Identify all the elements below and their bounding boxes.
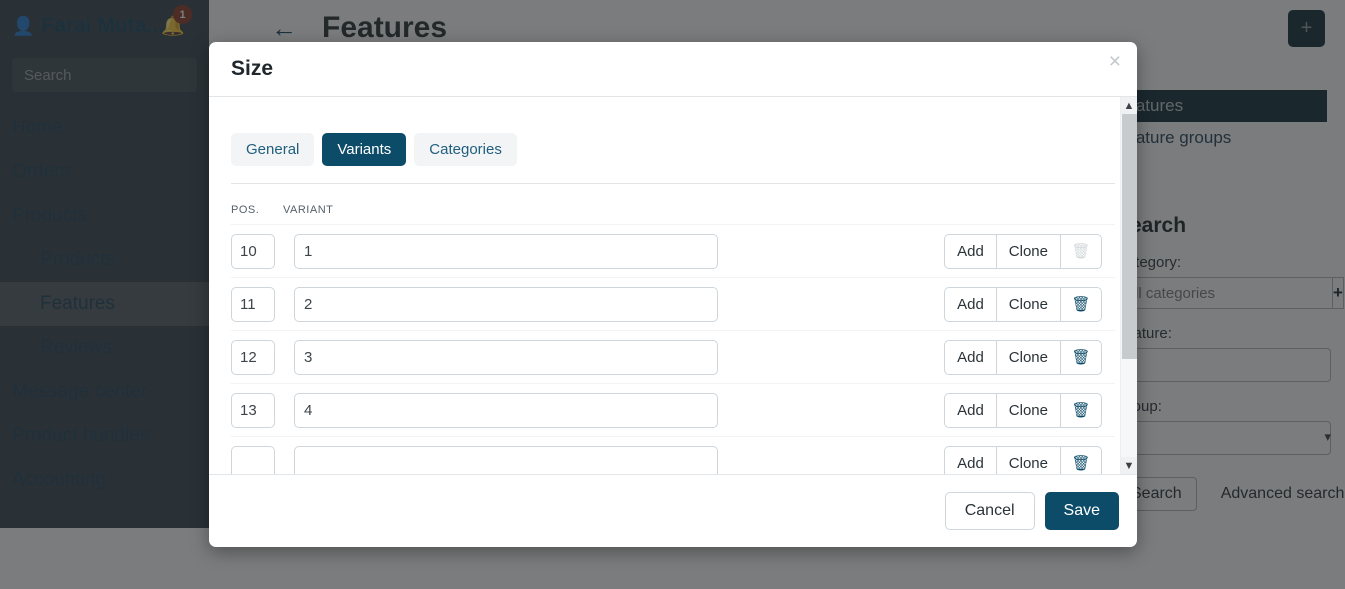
- variant-input[interactable]: [294, 233, 718, 269]
- position-input[interactable]: [231, 445, 275, 474]
- row-actions: Add Clone 🗑: [944, 392, 1102, 428]
- table-row: Add Clone 🗑: [231, 383, 1115, 436]
- modal-footer: Cancel Save: [209, 474, 1137, 547]
- trash-icon[interactable]: 🗑: [1060, 286, 1102, 322]
- cancel-button[interactable]: Cancel: [944, 492, 1035, 530]
- table-row: Add Clone 🗑: [231, 436, 1115, 474]
- row-actions: Add Clone 🗑: [944, 233, 1102, 269]
- modal-body-inner: General Variants Categories POS. VARIANT…: [209, 97, 1137, 474]
- clone-button[interactable]: Clone: [995, 339, 1060, 375]
- modal-title: Size: [231, 57, 274, 80]
- add-button[interactable]: Add: [944, 445, 996, 474]
- close-icon[interactable]: ×: [1109, 51, 1121, 72]
- trash-icon[interactable]: 🗑: [1060, 445, 1102, 474]
- add-button[interactable]: Add: [944, 392, 996, 428]
- modal-tabs: General Variants Categories: [231, 97, 1115, 166]
- scrollbar-thumb[interactable]: [1122, 114, 1137, 359]
- variant-input[interactable]: [294, 392, 718, 428]
- trash-icon: 🗑: [1060, 233, 1102, 269]
- table-row: Add Clone 🗑: [231, 277, 1115, 330]
- trash-icon[interactable]: 🗑: [1060, 339, 1102, 375]
- column-header-pos: POS.: [231, 204, 260, 216]
- chevron-down-icon[interactable]: ▼: [1121, 457, 1137, 474]
- position-input[interactable]: [231, 339, 275, 375]
- save-button[interactable]: Save: [1044, 492, 1119, 530]
- chevron-up-icon[interactable]: ▲: [1121, 97, 1137, 114]
- add-button[interactable]: Add: [944, 339, 996, 375]
- variant-input[interactable]: [294, 339, 718, 375]
- table-row: Add Clone 🗑: [231, 224, 1115, 277]
- clone-button[interactable]: Clone: [995, 445, 1060, 474]
- row-actions: Add Clone 🗑: [944, 339, 1102, 375]
- modal-header: Size ×: [209, 42, 1137, 97]
- column-header-variant: VARIANT: [283, 204, 334, 216]
- tab-variants[interactable]: Variants: [322, 133, 407, 166]
- add-button[interactable]: Add: [944, 286, 996, 322]
- tab-general[interactable]: General: [231, 133, 315, 166]
- add-button[interactable]: Add: [944, 233, 996, 269]
- row-actions: Add Clone 🗑: [944, 445, 1102, 474]
- position-input[interactable]: [231, 286, 275, 322]
- row-actions: Add Clone 🗑: [944, 286, 1102, 322]
- variants-table-header: POS. VARIANT: [231, 184, 1115, 224]
- position-input[interactable]: [231, 233, 275, 269]
- clone-button[interactable]: Clone: [995, 286, 1060, 322]
- table-row: Add Clone 🗑: [231, 330, 1115, 383]
- variant-input[interactable]: [294, 286, 718, 322]
- clone-button[interactable]: Clone: [995, 392, 1060, 428]
- modal-body: General Variants Categories POS. VARIANT…: [209, 97, 1137, 474]
- variant-input[interactable]: [294, 445, 718, 474]
- size-modal: Size × General Variants Categories POS. …: [209, 42, 1137, 547]
- clone-button[interactable]: Clone: [995, 233, 1060, 269]
- modal-body-scrollbar[interactable]: ▲ ▼: [1120, 97, 1137, 474]
- app-root: 👤 Farai Muta... 🔔 1 🔍 Home Orders Produc…: [0, 0, 1345, 589]
- tab-categories[interactable]: Categories: [414, 133, 517, 166]
- trash-icon[interactable]: 🗑: [1060, 392, 1102, 428]
- position-input[interactable]: [231, 392, 275, 428]
